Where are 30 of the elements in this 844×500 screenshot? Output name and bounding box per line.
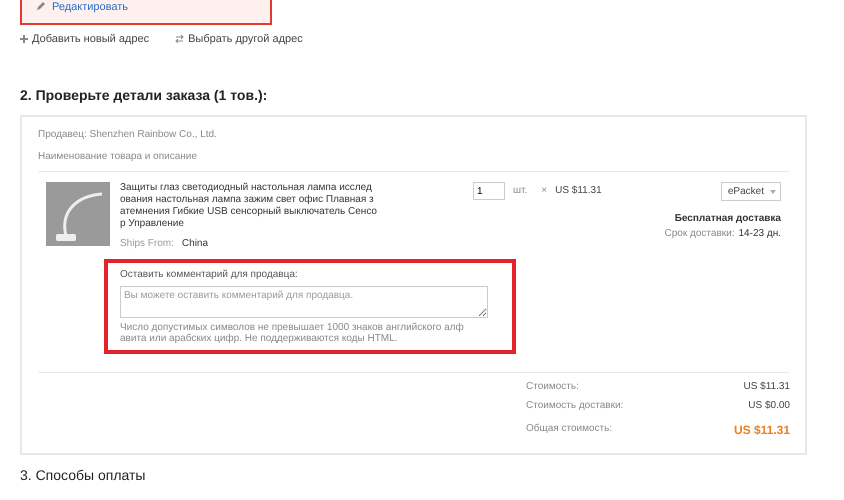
seller-name: Продавец: Shenzhen Rainbow Co., Ltd. [38,129,218,140]
edit-link[interactable]: Редактировать [52,1,128,13]
caret-icon [770,190,776,194]
swap-arrows-icon [175,35,184,43]
summary-label: Стоимость доставки: [526,400,624,411]
section-heading: 2. Проверьте детали заказа (1 тов.): [20,87,268,103]
quantity-field[interactable]: 1 [473,182,505,200]
comment-hint: Число допустимых символов не превышает 1000 знаков английского алф авита или арабских цифр. Не поддерживаются коды HTML. [120,322,465,344]
plus-icon [20,35,28,43]
times-sign: × [541,185,548,196]
unit-label: шт. [513,185,528,196]
product-title[interactable]: Защиты глаз светодиодный настольная лампа исслед ования настольная лампа зажим свет офис Плавная з атемнения Гибкие USB сенсорный выключатель Сенсо р Управление [120,182,465,230]
total-price: US $11.31 [734,423,790,437]
summary-value: US $0.00 [748,400,790,411]
summary-label: Стоимость: [526,381,579,392]
comment-label: Оставить комментарий для продавца: [120,269,299,280]
ships-from-value: China [182,238,208,249]
comment-field[interactable]: Вы можете оставить комментарий для продавца. [120,286,488,318]
summary-label: Общая стоимость: [526,423,612,436]
unit-price: US $11.31 [555,185,602,196]
section-heading: 3. Способы оплаты [20,467,146,483]
shipping-note: Бесплатная доставка [674,213,781,224]
summary-value: US $11.31 [743,381,790,392]
delivery-time: 14-23 дн. [738,228,781,239]
column-heading: Наименование товара и описание [38,151,198,162]
ships-from-label: Ships From: [120,238,174,249]
photo-placeholder [46,182,110,246]
shipping-method-dropdown[interactable]: ePacket [720,182,781,201]
pencil-icon [36,1,46,11]
delivery-label: Срок доставки: [664,228,734,239]
